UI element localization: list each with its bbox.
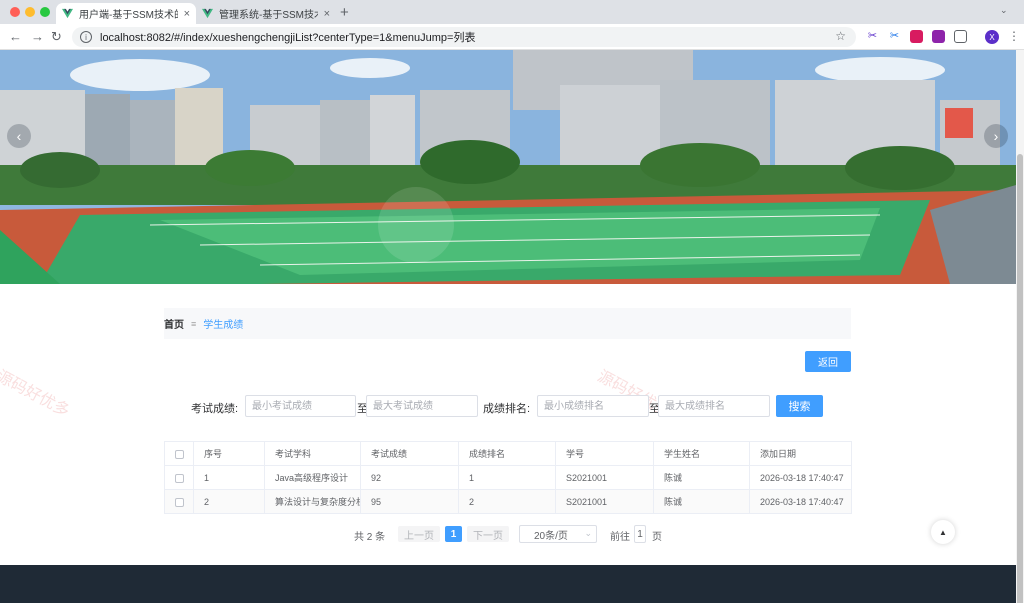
browser-menu-icon[interactable]: ⋮: [1008, 29, 1020, 43]
site-info-icon[interactable]: i: [80, 31, 92, 43]
table-cell: 2026-03-18 17:40:47: [749, 465, 852, 490]
goto-label: 前往: [610, 532, 630, 543]
back-to-top-caret-icon[interactable]: ▲: [931, 520, 955, 544]
bookmark-star-icon[interactable]: ☆: [835, 29, 846, 43]
record-extension-icon[interactable]: [932, 30, 945, 43]
vue-logo-icon: [202, 8, 213, 19]
score-label: 考试成绩:: [191, 403, 239, 415]
rank-label: 成绩排名:: [483, 403, 531, 415]
cut-extension-icon[interactable]: ✂: [888, 30, 901, 43]
table-cell: S2021001: [555, 465, 654, 490]
row-select-cell: [164, 465, 194, 490]
browser-tab-admin[interactable]: 管理系统-基于SSM技术的高校 ×: [196, 3, 336, 24]
search-form: 考试成绩: 至 成绩排名: 至 搜索: [0, 395, 1016, 419]
table-cell: S2021001: [555, 489, 654, 514]
column-header[interactable]: 学生姓名: [653, 441, 750, 466]
campus-stadium-image: [0, 50, 1016, 284]
scores-table: 序号 考试学科 考试成绩 成绩排名 学号 学生姓名 添加日期 1 Java高级程…: [164, 441, 852, 514]
close-tab-icon[interactable]: ×: [184, 8, 190, 20]
min-rank-input[interactable]: [537, 395, 649, 417]
min-score-input[interactable]: [245, 395, 356, 417]
select-all-checkbox[interactable]: [175, 449, 184, 459]
page-scrollbar[interactable]: [1016, 50, 1024, 603]
browser-toolbar: ← → ↻ i localhost:8082/#/index/xueshengc…: [0, 24, 1024, 50]
profile-avatar[interactable]: X: [985, 30, 999, 44]
extensions-puzzle-icon[interactable]: [954, 30, 967, 43]
column-header[interactable]: 序号: [193, 441, 265, 466]
table-cell: 2: [193, 489, 265, 514]
reload-icon[interactable]: ↻: [51, 29, 62, 45]
max-rank-input[interactable]: [658, 395, 770, 417]
max-score-input[interactable]: [366, 395, 478, 417]
table-cell: 2026-03-18 17:40:47: [749, 489, 852, 514]
column-header[interactable]: 考试成绩: [360, 441, 459, 466]
table-cell: 陈诚: [653, 489, 750, 514]
goto-unit-label: 页: [652, 532, 662, 543]
column-header[interactable]: 学号: [555, 441, 654, 466]
table-cell: 2: [458, 489, 556, 514]
pagination: 共 2 条 上一页 1 下一页 20条/页 ⌄ 前往 页: [0, 524, 1016, 544]
breadcrumb-home-link[interactable]: 首页: [164, 316, 184, 331]
chevron-down-icon: ⌄: [584, 528, 592, 538]
url-text: localhost:8082/#/index/xueshengchengjiLi…: [100, 32, 476, 44]
goto-page-input[interactable]: [634, 525, 646, 543]
table-row[interactable]: 1 Java高级程序设计 92 1 S2021001 陈诚 2026-03-18…: [164, 465, 852, 490]
scissors-extension-icon[interactable]: ✂: [866, 30, 879, 43]
breadcrumb-separator: ≡: [191, 318, 197, 329]
vue-logo-icon: [62, 8, 73, 19]
carousel-prev-arrow-icon[interactable]: ‹: [7, 124, 31, 148]
column-header[interactable]: 成绩排名: [458, 441, 556, 466]
row-select-cell: [164, 489, 194, 514]
new-tab-icon[interactable]: +: [340, 4, 349, 21]
tab-title: 用户端-基于SSM技术的高校选: [79, 10, 178, 21]
prev-page-button[interactable]: 上一页: [398, 526, 440, 542]
table-cell: Java高级程序设计: [264, 465, 361, 490]
minimize-window-button[interactable]: [25, 7, 35, 17]
tab-search-chevron-icon[interactable]: ⌄: [1000, 5, 1008, 16]
page-size-value: 20条/页: [534, 530, 568, 542]
search-button[interactable]: 搜索: [776, 395, 823, 417]
browser-tab-user[interactable]: 用户端-基于SSM技术的高校选 ×: [56, 3, 196, 24]
page-number-current[interactable]: 1: [445, 526, 462, 542]
scrollbar-thumb[interactable]: [1017, 154, 1023, 603]
back-button[interactable]: 返回: [805, 351, 851, 372]
tab-title: 管理系统-基于SSM技术的高校: [219, 10, 318, 21]
table-cell: 陈诚: [653, 465, 750, 490]
banner-carousel: ‹ ›: [0, 50, 1016, 284]
row-checkbox[interactable]: [175, 473, 184, 483]
browser-tab-bar: 用户端-基于SSM技术的高校选 × 管理系统-基于SSM技术的高校 × + ⌄: [0, 0, 1024, 24]
next-page-button[interactable]: 下一页: [467, 526, 509, 542]
total-count: 共 2 条: [354, 532, 386, 543]
column-header[interactable]: 考试学科: [264, 441, 361, 466]
carousel-next-arrow-icon[interactable]: ›: [984, 124, 1008, 148]
row-checkbox[interactable]: [175, 497, 184, 507]
table-cell: 92: [360, 465, 459, 490]
page-size-select[interactable]: 20条/页 ⌄: [519, 525, 597, 543]
table-cell: 算法设计与复杂度分析: [264, 489, 361, 514]
download-extension-icon[interactable]: [910, 30, 923, 43]
table-cell: 95: [360, 489, 459, 514]
column-header[interactable]: 添加日期: [749, 441, 852, 466]
select-all-cell: [164, 441, 194, 466]
page-footer: [0, 565, 1016, 603]
forward-arrow-icon[interactable]: →: [31, 29, 44, 44]
page-content: ‹ › 源码好优多 源码好优多 源码好优多 首页 ≡ 学生成绩 返回 考试成绩:…: [0, 50, 1016, 603]
table-cell: 1: [458, 465, 556, 490]
back-arrow-icon[interactable]: ←: [9, 29, 22, 44]
breadcrumb: 首页 ≡ 学生成绩: [164, 308, 851, 339]
table-row[interactable]: 2 算法设计与复杂度分析 95 2 S2021001 陈诚 2026-03-18…: [164, 489, 852, 514]
address-bar[interactable]: i localhost:8082/#/index/xueshengchengji…: [72, 27, 856, 47]
close-tab-icon[interactable]: ×: [324, 8, 330, 20]
close-window-button[interactable]: [10, 7, 20, 17]
maximize-window-button[interactable]: [40, 7, 50, 17]
table-cell: 1: [193, 465, 265, 490]
breadcrumb-current: 学生成绩: [203, 320, 244, 331]
table-header-row: 序号 考试学科 考试成绩 成绩排名 学号 学生姓名 添加日期: [164, 441, 852, 466]
